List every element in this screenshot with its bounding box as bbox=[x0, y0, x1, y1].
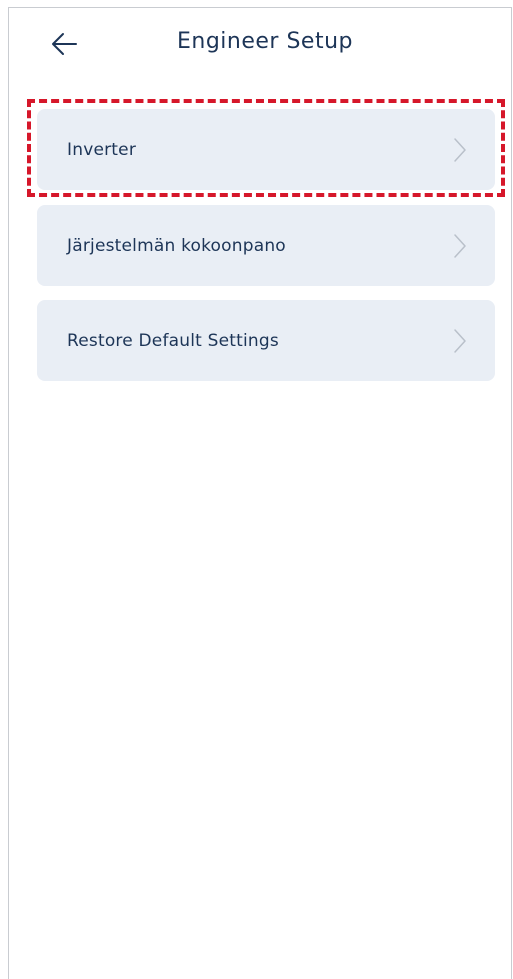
chevron-right-icon bbox=[454, 137, 466, 162]
menu-item-restore-default-settings[interactable]: Restore Default Settings bbox=[37, 300, 495, 381]
app-header: Engineer Setup bbox=[0, 0, 513, 90]
menu-item-label: Järjestelmän kokoonpano bbox=[67, 235, 286, 256]
menu-item-inverter[interactable]: Inverter bbox=[37, 109, 495, 190]
chevron-right-icon bbox=[454, 328, 466, 353]
page-title: Engineer Setup bbox=[176, 29, 353, 54]
menu-item-system-configuration[interactable]: Järjestelmän kokoonpano bbox=[37, 205, 495, 286]
menu-item-label: Inverter bbox=[67, 139, 137, 160]
chevron-right-icon bbox=[454, 233, 466, 258]
menu-item-label: Restore Default Settings bbox=[67, 330, 279, 351]
